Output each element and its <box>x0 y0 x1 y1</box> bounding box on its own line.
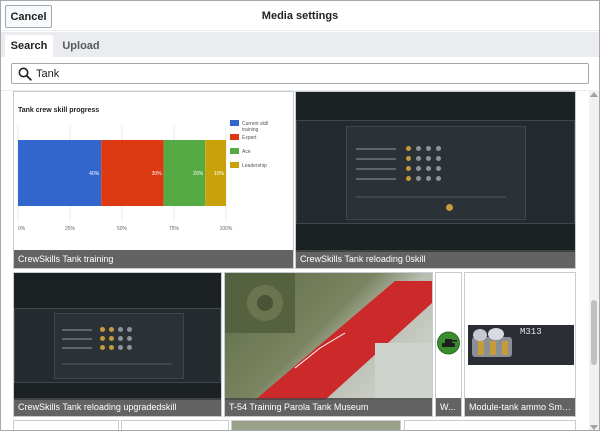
chart-legend-label: Current skill training <box>242 121 268 133</box>
result-caption: CrewSkills Tank reloading upgradedskill <box>14 398 221 416</box>
ammo-label: M313 <box>520 327 542 337</box>
result-thumbnail <box>225 273 432 400</box>
result-caption: Module-tank ammo Smok... <box>465 398 575 416</box>
result-tile[interactable] <box>404 420 576 430</box>
results-scrollbar[interactable] <box>589 90 599 430</box>
search-input[interactable] <box>36 65 576 82</box>
chart: Tank crew skill progress 40% 30% 20% 10% Cu… <box>17 107 268 232</box>
result-tile[interactable]: Tank crew skill progress 40% 30% 20% 10% Cu… <box>13 91 294 269</box>
chart-data-label: 20% <box>193 171 204 177</box>
chart-tick-label: 75% <box>169 226 180 232</box>
search-box[interactable] <box>11 63 589 84</box>
chart-title: Tank crew skill progress <box>18 107 99 114</box>
result-caption: CrewSkills Tank training <box>14 250 293 268</box>
chart-legend-swatch <box>230 134 239 140</box>
chart-legend-label: Leadership <box>242 163 267 169</box>
result-tile[interactable]: M313 Module-tank ammo Smok... <box>464 272 576 417</box>
tank-photo <box>225 273 432 400</box>
tab-upload[interactable]: Upload <box>57 35 105 57</box>
chart-data-label: 40% <box>89 171 100 177</box>
result-thumbnail: Tank crew skill progress 40% 30% 20% 10% Cu… <box>14 92 293 252</box>
result-caption: W... <box>436 398 461 416</box>
result-tile[interactable]: T-54 Training Parola Tank Museum <box>224 272 433 417</box>
result-thumbnail <box>296 92 575 252</box>
chart-data-label: 30% <box>152 171 163 177</box>
result-tile[interactable]: CrewSkills Tank reloading 0skill <box>295 91 576 269</box>
result-tile[interactable] <box>231 420 401 430</box>
chart-legend-label: Ace <box>242 149 251 155</box>
chart-legend-label: Expert <box>242 135 257 141</box>
chart-legend-swatch <box>230 148 239 154</box>
dialog-title: Media settings <box>261 10 339 22</box>
media-settings-dialog: Cancel Media settings Search Upload Tank… <box>0 0 600 431</box>
tank-icon <box>437 331 460 355</box>
result-tile[interactable] <box>13 420 119 430</box>
tab-search[interactable]: Search <box>5 35 53 57</box>
chart-tick-label: 25% <box>65 226 76 232</box>
chart-legend-swatch <box>230 162 239 168</box>
chart-tick-label: 0% <box>18 226 26 232</box>
search-area <box>1 57 599 90</box>
chart-tick-label: 50% <box>117 226 128 232</box>
result-thumbnail <box>436 273 461 400</box>
scroll-thumb[interactable] <box>591 300 597 365</box>
chart-legend-swatch <box>230 120 239 126</box>
search-icon <box>18 67 32 81</box>
result-tile[interactable]: CrewSkills Tank reloading upgradedskill <box>13 272 222 417</box>
scroll-down-arrow-icon[interactable] <box>590 425 598 430</box>
result-thumbnail <box>14 273 221 400</box>
chart-tick-label: 100% <box>220 226 233 232</box>
result-caption: T-54 Training Parola Tank Museum <box>225 398 432 416</box>
result-thumbnail: M313 <box>465 273 575 400</box>
scroll-up-arrow-icon[interactable] <box>590 92 598 97</box>
dialog-header: Cancel Media settings <box>1 1 599 31</box>
results-grid: Tank crew skill progress 40% 30% 20% 10% Cu… <box>1 90 589 430</box>
result-caption: CrewSkills Tank reloading 0skill <box>296 250 575 268</box>
tab-bar: Search Upload <box>1 32 599 57</box>
ammo-image: M313 <box>468 325 574 365</box>
result-tile[interactable]: W... <box>435 272 462 417</box>
result-tile[interactable] <box>121 420 229 430</box>
chart-data-label: 10% <box>214 171 225 177</box>
